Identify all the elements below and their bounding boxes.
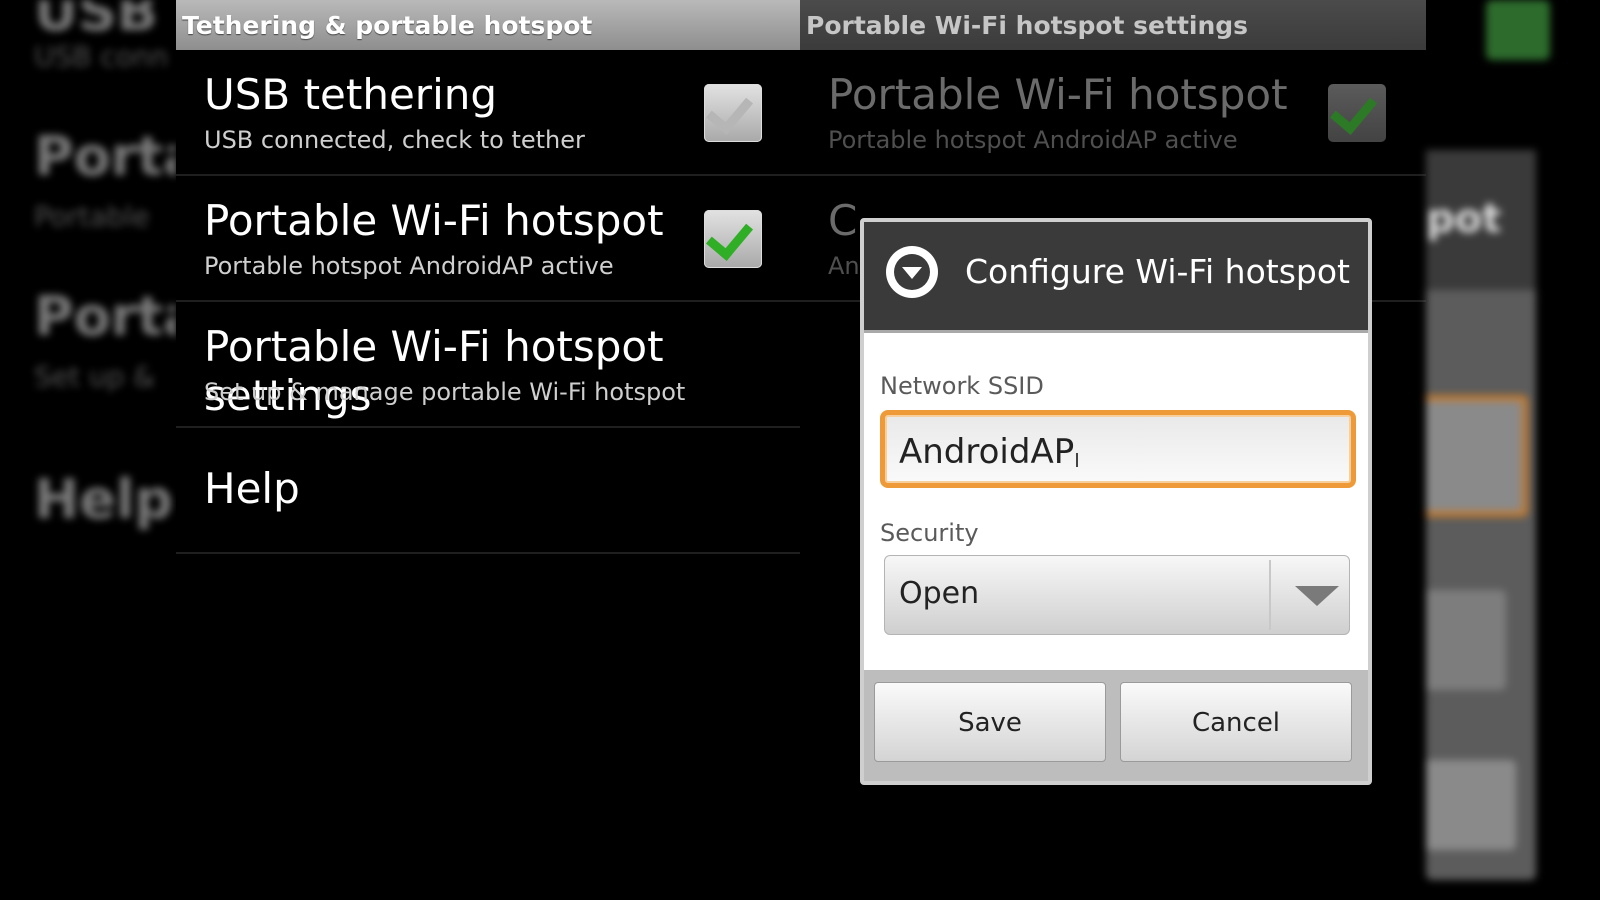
pref-title: USB tethering	[204, 70, 498, 119]
bg-portal-title-2: Portal	[34, 285, 176, 348]
wifi-hotspot-checkbox[interactable]	[704, 210, 762, 268]
check-icon	[705, 212, 754, 261]
bg-portal-title-1: Portal	[34, 125, 176, 188]
panel-header: Tethering & portable hotspot	[176, 0, 800, 50]
wifi-hotspot-checkbox-dimmed	[1328, 84, 1386, 142]
dialog-title: Configure Wi-Fi hotspot	[965, 252, 1350, 291]
pref-title: Portable Wi-Fi hotspot	[828, 70, 1288, 119]
security-label: Security	[880, 519, 979, 547]
dialog-button-bar: Save Cancel	[864, 670, 1368, 781]
usb-tethering-checkbox[interactable]	[704, 84, 762, 142]
bg-usb-title: USB t	[34, 0, 176, 43]
bg-button	[1426, 760, 1516, 850]
pref-summary: Portable hotspot AndroidAP active	[204, 252, 614, 280]
text-cursor	[1076, 453, 1079, 467]
pref-hotspot-settings[interactable]: Portable Wi-Fi hotspot settings Set up &…	[176, 302, 800, 428]
ssid-label: Network SSID	[880, 372, 1044, 400]
pref-title: Help	[204, 464, 300, 513]
pref-title: C	[828, 196, 858, 245]
bg-select	[1426, 590, 1506, 690]
bg-input	[1426, 395, 1528, 517]
pref-summary: USB connected, check to tether	[204, 126, 585, 154]
background-left-blurred: USB t USB conn Portal Portable Portal Se…	[0, 0, 176, 900]
cancel-button[interactable]: Cancel	[1120, 682, 1352, 762]
configure-hotspot-dialog: Configure Wi-Fi hotspot Network SSID And…	[860, 218, 1372, 785]
check-icon	[705, 86, 754, 135]
bg-usb-summary: USB conn	[34, 40, 169, 73]
pref-title: Portable Wi-Fi hotspot	[204, 196, 664, 245]
dialog-header: Configure Wi-Fi hotspot	[864, 222, 1368, 333]
chevron-down-circle-icon	[886, 246, 938, 298]
pref-summary: An	[828, 252, 860, 280]
tethering-settings-panel: Tethering & portable hotspot USB tetheri…	[176, 0, 800, 900]
bg-portal-summary-2: Set up &	[34, 360, 156, 393]
security-dropdown[interactable]: Open	[884, 555, 1350, 635]
pref-summary: Set up & manage portable Wi-Fi hotspot	[204, 378, 686, 406]
save-button[interactable]: Save	[874, 682, 1106, 762]
pref-portable-wifi-hotspot[interactable]: Portable Wi-Fi hotspot Portable hotspot …	[176, 176, 800, 302]
dropdown-arrow-icon	[1295, 586, 1339, 606]
panel-header: Portable Wi-Fi hotspot settings	[800, 0, 1426, 50]
bg-help: Help	[34, 468, 173, 531]
bg-dialog-header: pot	[1426, 150, 1536, 290]
pref-usb-tethering[interactable]: USB tethering USB connected, check to te…	[176, 50, 800, 176]
check-icon	[1329, 86, 1378, 135]
network-ssid-input[interactable]: AndroidAP	[880, 410, 1356, 488]
bg-hotspot-fragment: pot	[1426, 196, 1502, 242]
pref-help[interactable]: Help	[176, 428, 800, 554]
background-right-blurred: pot	[1426, 0, 1600, 900]
bg-check-icon	[1486, 0, 1550, 60]
security-value: Open	[899, 576, 980, 611]
bg-portal-summary-1: Portable	[34, 200, 150, 233]
pref-portable-wifi-hotspot-dimmed: Portable Wi-Fi hotspot Portable hotspot …	[800, 50, 1426, 176]
ssid-value: AndroidAP	[899, 432, 1079, 472]
pref-summary: Portable hotspot AndroidAP active	[828, 126, 1238, 154]
dropdown-divider	[1269, 560, 1271, 630]
